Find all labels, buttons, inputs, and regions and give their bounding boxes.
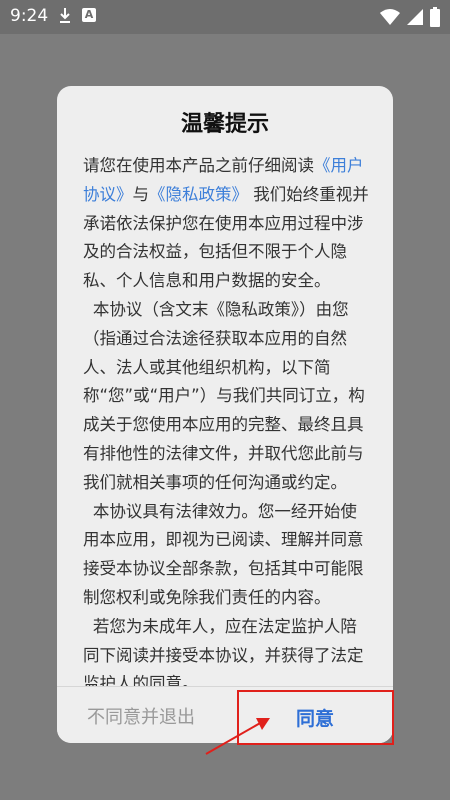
signal-icon [407,9,423,25]
privacy-dialog: 温馨提示 请您在使用本产品之前仔细阅读《用户协议》与《隐私政策》 我们始终重视并… [57,86,393,743]
intro-text-before: 请您在使用本产品之前仔细阅读 [83,156,314,175]
intro-text-and: 与 [132,184,150,204]
dialog-content[interactable]: 请您在使用本产品之前仔细阅读《用户协议》与《隐私政策》 我们始终重视并承诺依法保… [83,152,373,687]
pointer-arrow-icon [205,718,270,755]
status-bar: 9:24 A [0,0,450,34]
dialog-title: 温馨提示 [180,112,269,137]
status-icons [380,6,440,28]
a-notification-icon: A [82,8,96,22]
battery-icon [430,7,440,27]
download-icon [60,8,70,23]
wifi-icon [380,9,400,25]
privacy-policy-link[interactable]: 《隐私政策》 [149,185,248,204]
paragraph-intro: 请您在使用本产品之前仔细阅读《用户协议》与《隐私政策》 我们始终重视并承诺依法保… [83,152,373,296]
status-time: 9:24 [10,6,49,26]
paragraph-legal-effect: 本协议具有法律效力。您一经开始使用本应用，即视为已阅读、理解并同意接受本协议全部… [83,501,364,607]
paragraph-minors: 若您为未成年人，应在法定监护人陪同下阅读并接受本协议，并获得了法定监护人的同意。 [83,616,364,687]
paragraph-agreement-scope: 本协议（含文末《隐私政策》）由您（指通过合法途径获取本应用的自然人、法人或其他组… [83,299,365,492]
